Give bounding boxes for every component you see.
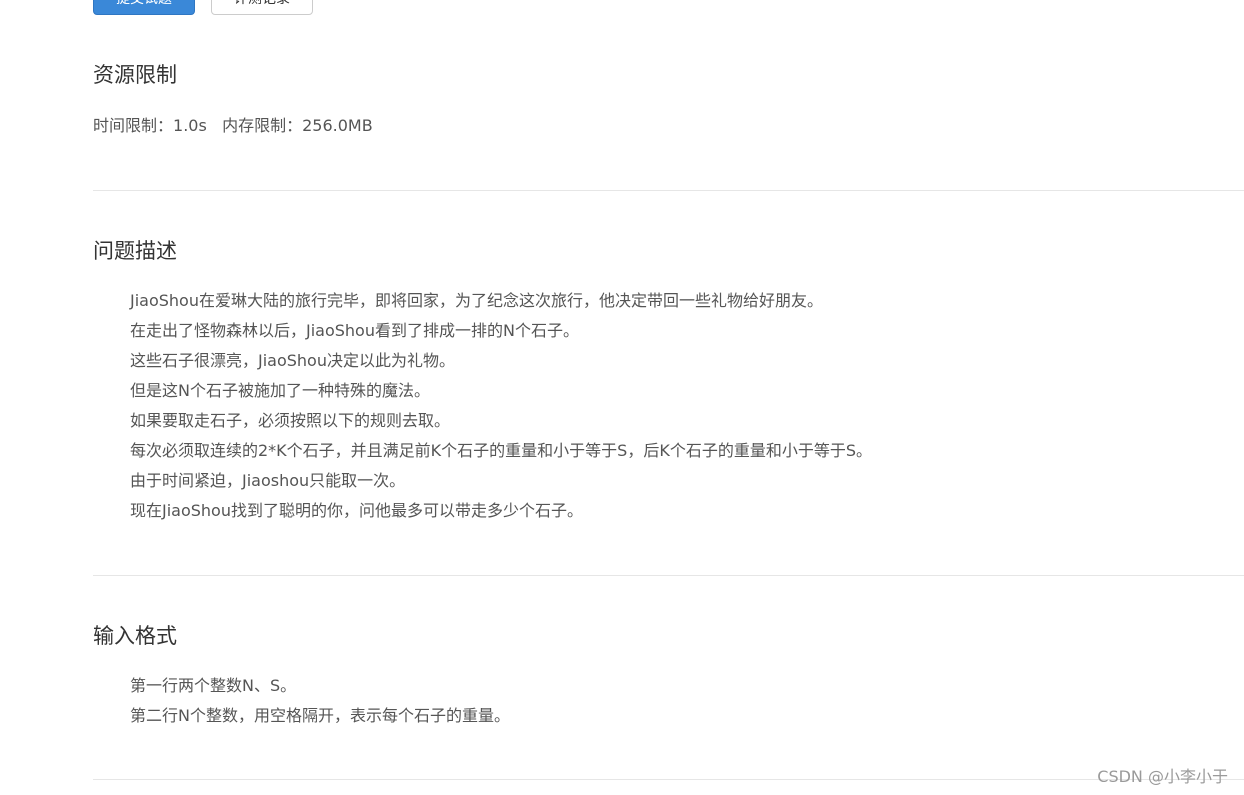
resource-limit-section: 资源限制 时间限制：1.0s 内存限制：256.0MB <box>93 61 1244 141</box>
problem-line: 每次必须取连续的2*K个石子，并且满足前K个石子的重量和小于等于S，后K个石子的… <box>130 441 872 460</box>
problem-line: 由于时间紧迫，Jiaoshou只能取一次。 <box>130 471 406 490</box>
problem-page: 提交试题 评测记录 资源限制 时间限制：1.0s 内存限制：256.0MB 问题… <box>0 0 1244 795</box>
problem-line: 但是这N个石子被施加了一种特殊的魔法。 <box>130 381 430 400</box>
input-format-line: 第一行两个整数N、S。 <box>130 676 297 695</box>
problem-title: 问题描述 <box>93 239 177 263</box>
divider <box>93 190 1244 191</box>
problem-line: 在走出了怪物森林以后，JiaoShou看到了排成一排的N个石子。 <box>130 321 579 340</box>
time-limit-value: 1.0s <box>173 116 207 135</box>
problem-line: 如果要取走石子，必须按照以下的规则去取。 <box>130 411 451 430</box>
resource-limit-body: 时间限制：1.0s 内存限制：256.0MB <box>93 111 1244 141</box>
problem-section: 问题描述 JiaoShou在爱琳大陆的旅行完毕，即将回家，为了纪念这次旅行，他决… <box>93 237 1244 526</box>
input-format-body: 第一行两个整数N、S。 第二行N个整数，用空格隔开，表示每个石子的重量。 <box>93 671 1244 731</box>
memory-limit-label: 内存限制： <box>222 116 303 135</box>
problem-line: 这些石子很漂亮，JiaoShou决定以此为礼物。 <box>130 351 455 370</box>
memory-limit-value: 256.0MB <box>302 116 373 135</box>
record-button[interactable]: 评测记录 <box>211 0 313 15</box>
problem-body: JiaoShou在爱琳大陆的旅行完毕，即将回家，为了纪念这次旅行，他决定带回一些… <box>93 286 1244 526</box>
time-limit-label: 时间限制： <box>93 116 174 135</box>
csdn-watermark: CSDN @小李小于 <box>1097 767 1228 786</box>
problem-line: JiaoShou在爱琳大陆的旅行完毕，即将回家，为了纪念这次旅行，他决定带回一些… <box>130 291 823 310</box>
divider <box>93 779 1244 780</box>
input-format-title: 输入格式 <box>93 624 177 648</box>
top-actions: 提交试题 评测记录 <box>93 0 313 15</box>
input-format-section: 输入格式 第一行两个整数N、S。 第二行N个整数，用空格隔开，表示每个石子的重量… <box>93 622 1244 731</box>
input-format-line: 第二行N个整数，用空格隔开，表示每个石子的重量。 <box>130 706 510 725</box>
divider <box>93 575 1244 576</box>
submit-button[interactable]: 提交试题 <box>93 0 195 15</box>
resource-limit-title: 资源限制 <box>93 63 177 87</box>
problem-line: 现在JiaoShou找到了聪明的你，问他最多可以带走多少个石子。 <box>130 501 583 520</box>
